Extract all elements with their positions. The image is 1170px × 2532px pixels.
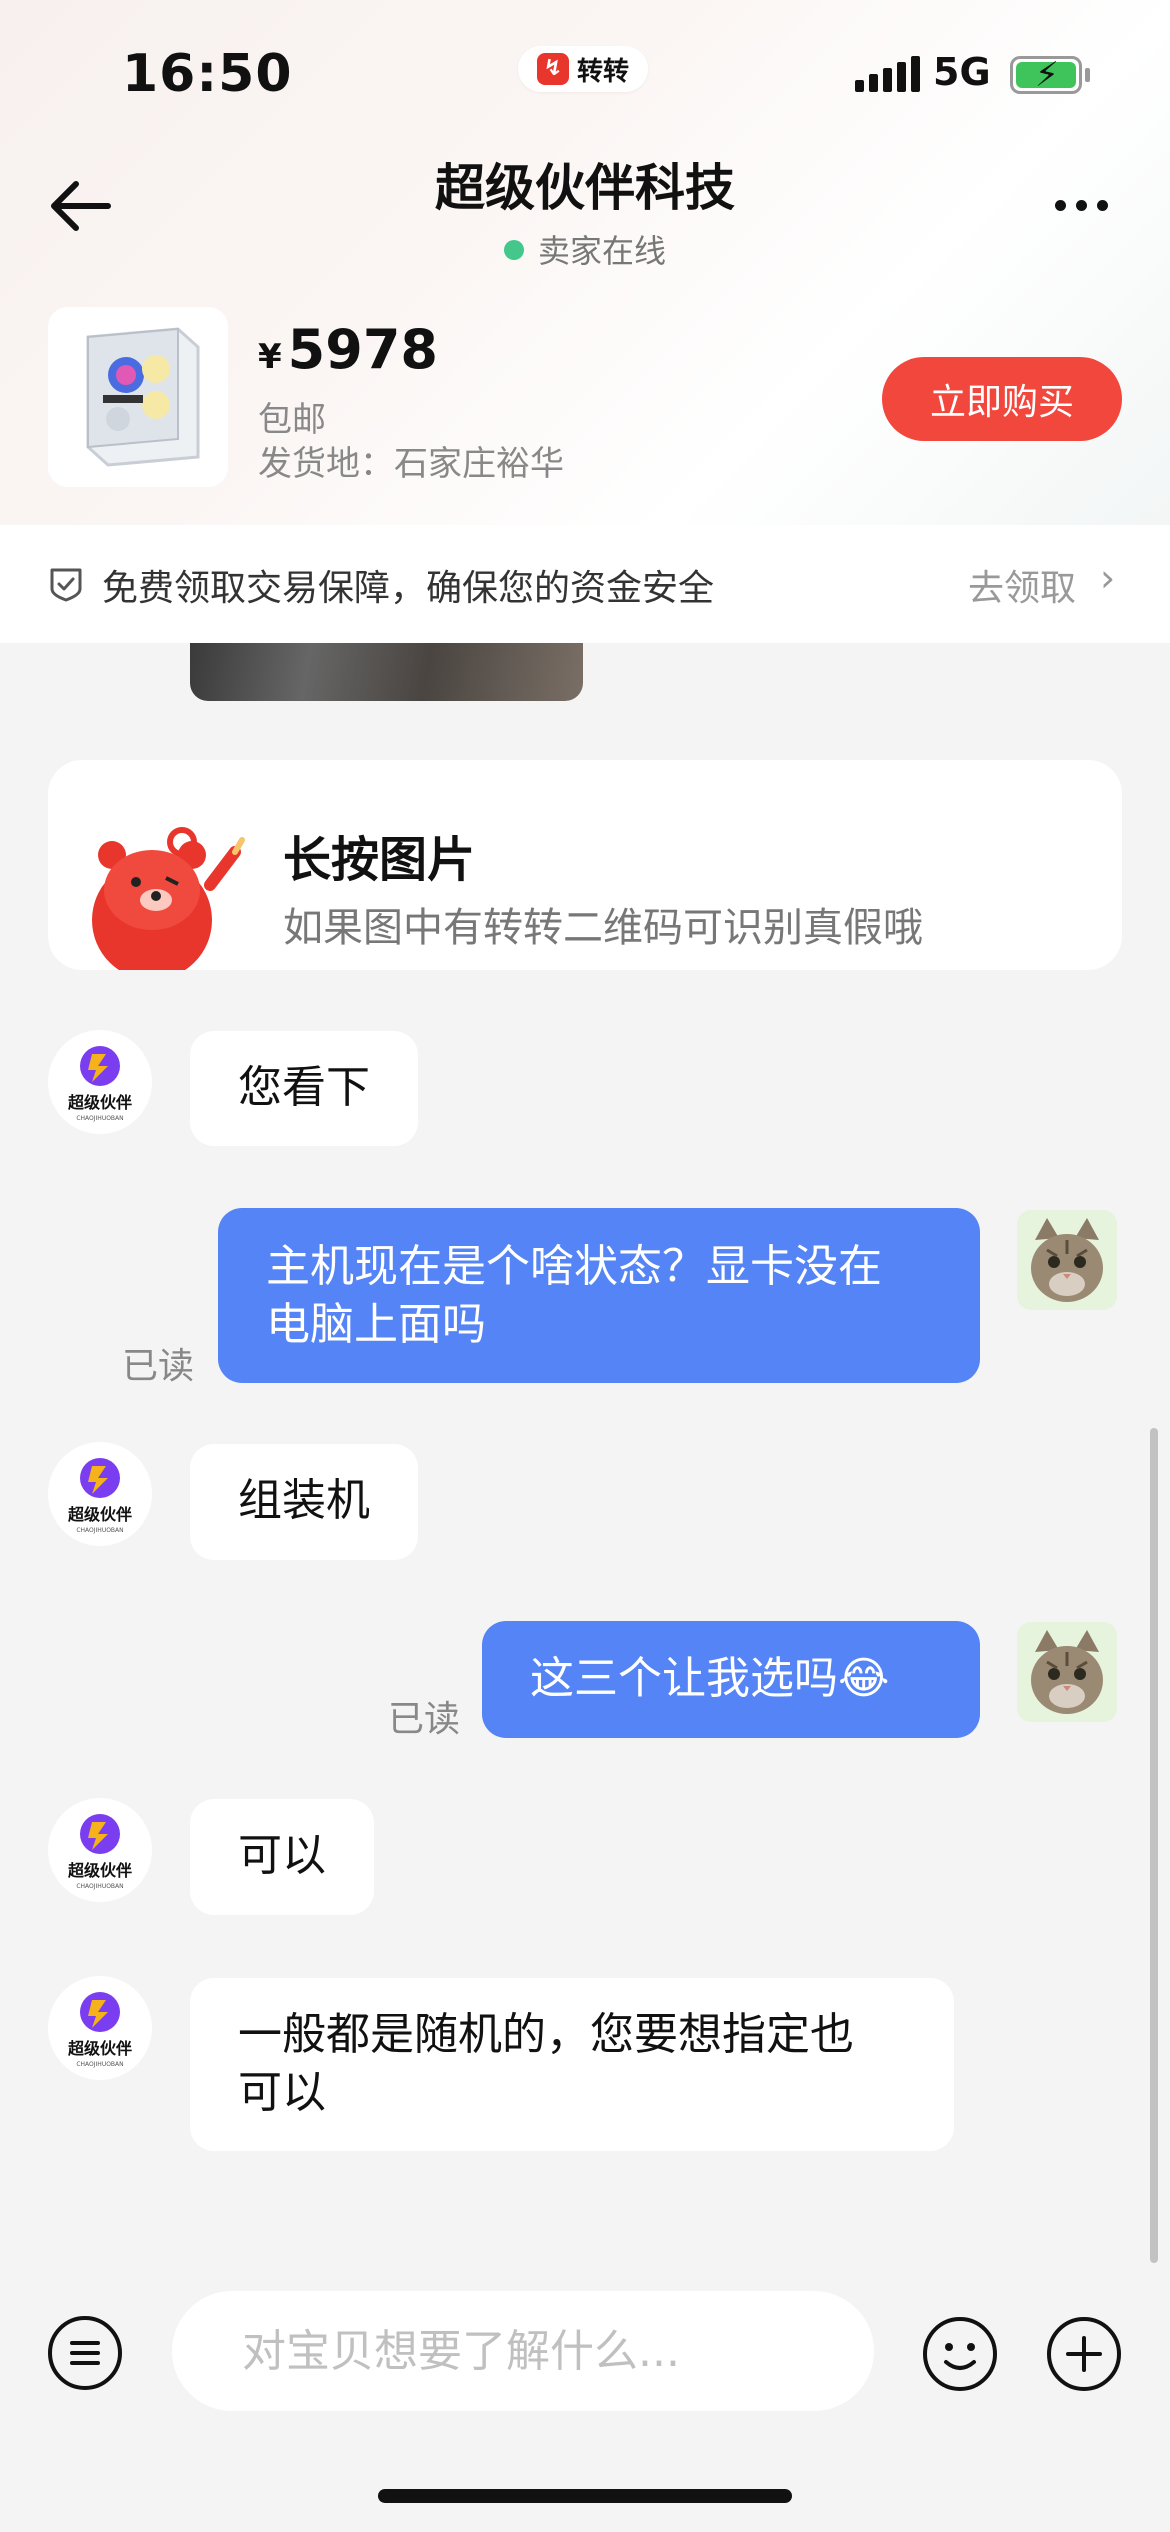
- message-bubble[interactable]: 组装机: [190, 1444, 418, 1560]
- svg-text:CHAOJIHUOBAN: CHAOJIHUOBAN: [76, 1883, 123, 1890]
- battery-icon: ⚡: [1010, 56, 1082, 94]
- laughing-emoji-icon: 😂: [838, 1653, 890, 1704]
- status-time: 16:50: [122, 44, 293, 104]
- read-receipt: 已读: [122, 1346, 195, 1387]
- svg-text:CHAOJIHUOBAN: CHAOJIHUOBAN: [76, 2061, 123, 2068]
- tip-subtitle: 如果图中有转转二维码可识别真假哦: [283, 905, 923, 951]
- message-text: 这三个让我选吗: [530, 1653, 838, 1704]
- product-price: ¥5978: [258, 318, 438, 381]
- seller-logo-icon: 超级伙伴 CHAOJIHUOBAN: [67, 1046, 132, 1122]
- ship-origin: 发货地：石家庄裕华: [258, 444, 564, 484]
- message-bubble[interactable]: 一般都是随机的，您要想指定也 可以: [190, 1978, 954, 2151]
- battery-tip: [1085, 68, 1090, 82]
- message-line: 可以: [238, 2067, 326, 2118]
- seller-avatar[interactable]: 超级伙伴 CHAOJIHUOBAN: [48, 1442, 152, 1546]
- more-options-icon[interactable]: [1055, 200, 1108, 211]
- seller-status-label: 卖家在线: [537, 232, 666, 270]
- app-indicator[interactable]: ↯ 转转: [518, 46, 648, 92]
- shipping-info: 包邮: [258, 400, 326, 440]
- message-bubble[interactable]: 您看下: [190, 1031, 418, 1146]
- message-line: 电脑上面吗: [266, 1299, 486, 1350]
- svg-text:超级伙伴: 超级伙伴: [67, 1505, 132, 1524]
- seller-avatar[interactable]: 超级伙伴 CHAOJIHUOBAN: [48, 1030, 152, 1134]
- cat-avatar-icon: [1017, 1622, 1117, 1722]
- app-name: 转转: [576, 56, 629, 87]
- mascot-bear-icon: [92, 827, 245, 970]
- seller-logo-icon: 超级伙伴 CHAOJIHUOBAN: [67, 1814, 132, 1890]
- message-bubble[interactable]: 主机现在是个啥状态？显卡没在 电脑上面吗: [218, 1208, 980, 1383]
- shield-check-icon: [50, 568, 82, 602]
- svg-text:CHAOJIHUOBAN: CHAOJIHUOBAN: [76, 1527, 123, 1534]
- scrollbar[interactable]: [1150, 1428, 1158, 2263]
- read-receipt: 已读: [388, 1699, 461, 1740]
- message-line: 一般都是随机的，您要想指定也: [238, 2009, 854, 2060]
- product-thumbnail[interactable]: [48, 307, 228, 487]
- menu-lines-icon: [70, 2341, 100, 2365]
- svg-text:超级伙伴: 超级伙伴: [67, 1093, 132, 1112]
- currency-symbol: ¥: [258, 337, 282, 377]
- zhuanzhuan-logo-icon: ↯: [536, 53, 569, 85]
- seller-avatar[interactable]: 超级伙伴 CHAOJIHUOBAN: [48, 1976, 152, 2080]
- svg-text:CHAOJIHUOBAN: CHAOJIHUOBAN: [76, 1115, 123, 1122]
- claim-guarantee-link[interactable]: 去领取: [968, 559, 1076, 611]
- menu-icon[interactable]: [48, 2316, 122, 2390]
- my-avatar[interactable]: [1017, 1622, 1117, 1722]
- buy-now-button[interactable]: 立即购买: [882, 357, 1122, 441]
- pc-case-image: [48, 307, 228, 487]
- online-dot-icon: [503, 240, 524, 260]
- network-type: 5G: [933, 50, 991, 94]
- svg-text:超级伙伴: 超级伙伴: [67, 2039, 132, 2058]
- my-avatar[interactable]: [1017, 1210, 1117, 1310]
- signal-icon: [855, 56, 920, 92]
- message-bubble[interactable]: 可以: [190, 1799, 374, 1915]
- seller-avatar[interactable]: 超级伙伴 CHAOJIHUOBAN: [48, 1798, 152, 1902]
- previous-image-message[interactable]: [190, 643, 583, 701]
- seller-status: 卖家在线: [0, 226, 1170, 272]
- home-indicator[interactable]: [378, 2489, 792, 2503]
- guarantee-text: 免费领取交易保障，确保您的资金安全: [102, 568, 715, 609]
- cat-avatar-icon: [1017, 1210, 1117, 1310]
- plus-icon[interactable]: [1046, 2316, 1122, 2392]
- price-value: 5978: [287, 318, 438, 381]
- chevron-right-icon[interactable]: ›: [1100, 556, 1115, 600]
- chat-title: 超级伙伴科技: [435, 159, 735, 217]
- seller-logo-icon: 超级伙伴 CHAOJIHUOBAN: [67, 1992, 132, 2068]
- message-input[interactable]: [172, 2291, 874, 2411]
- svg-text:超级伙伴: 超级伙伴: [67, 1861, 132, 1880]
- message-bubble[interactable]: 这三个让我选吗😂: [482, 1621, 980, 1738]
- emoji-icon[interactable]: [922, 2316, 998, 2392]
- seller-logo-icon: 超级伙伴 CHAOJIHUOBAN: [67, 1458, 132, 1534]
- message-line: 主机现在是个啥状态？显卡没在: [266, 1241, 882, 1292]
- tip-title: 长按图片: [283, 832, 476, 888]
